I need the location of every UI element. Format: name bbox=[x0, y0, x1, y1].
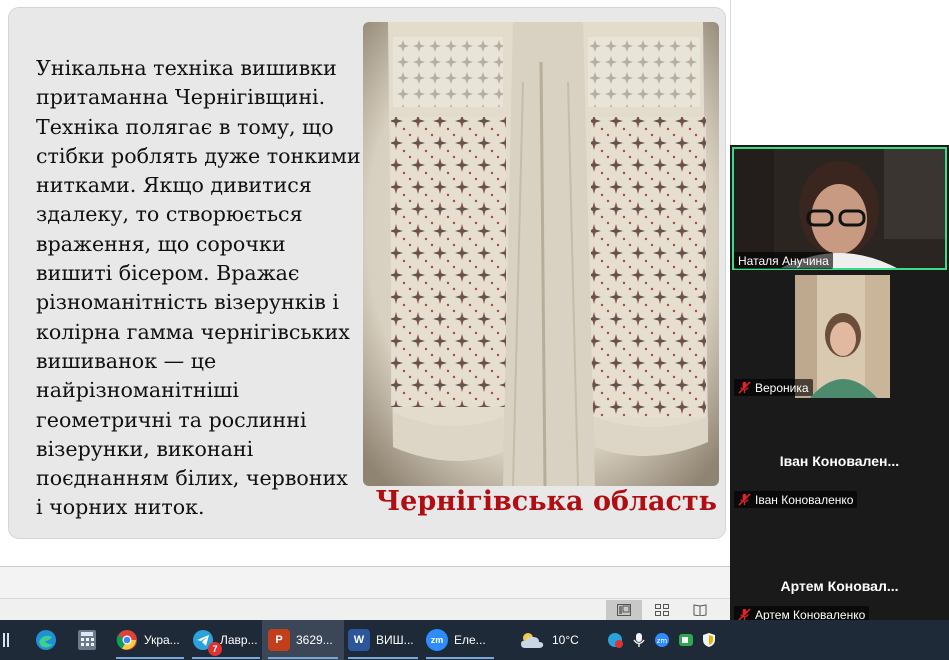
taskbar-calculator[interactable] bbox=[72, 620, 102, 660]
taskbar-weather[interactable]: 10°C bbox=[518, 620, 588, 660]
word-icon: W bbox=[348, 629, 370, 651]
slide-caption[interactable]: Чернігівська область bbox=[376, 486, 718, 517]
editor-right-gutter bbox=[730, 0, 949, 145]
slide-canvas[interactable]: Унікальна техніка вишивки притаманна Чер… bbox=[9, 8, 725, 538]
participant-tile-veronika[interactable]: Вероника bbox=[730, 272, 949, 399]
normal-view-icon[interactable] bbox=[606, 600, 642, 620]
security-tray-icon[interactable] bbox=[700, 631, 718, 649]
taskbar-telegram[interactable]: 7 Лавр... bbox=[186, 620, 266, 660]
status-bar bbox=[0, 598, 730, 621]
taskbar-edge[interactable] bbox=[28, 620, 64, 660]
participant-tile-ivan[interactable]: Іван Коновален... Іван Коноваленко bbox=[730, 399, 949, 508]
reading-view-icon[interactable] bbox=[682, 600, 718, 620]
participant-name: Вероника bbox=[734, 379, 813, 396]
participant-name: Іван Коноваленко bbox=[734, 491, 858, 508]
muted-microphone-icon bbox=[738, 381, 751, 394]
participant-name: Наталя Анучина bbox=[734, 252, 833, 269]
chrome-icon bbox=[116, 630, 137, 650]
slide-editor-area: Унікальна техніка вишивки притаманна Чер… bbox=[0, 0, 730, 566]
participant-display-name: Артем Коновал... bbox=[780, 578, 899, 594]
telegram-unread-badge: 7 bbox=[208, 642, 222, 656]
meet-tray-icon[interactable] bbox=[677, 631, 695, 649]
taskbar-zoom[interactable]: zm Еле... bbox=[420, 620, 500, 660]
windows-taskbar: Укра... 7 Лавр... P 3629... W ВИШ... zm … bbox=[0, 620, 949, 660]
taskbar-word[interactable]: W ВИШ... bbox=[342, 620, 424, 660]
participant-tile-artem[interactable]: Артем Коновал... Артем Коноваленко bbox=[730, 523, 949, 623]
svg-text:zm: zm bbox=[657, 637, 668, 645]
slide-body-text[interactable]: Унікальна техніка вишивки притаманна Чер… bbox=[36, 54, 361, 523]
powerpoint-icon: P bbox=[268, 629, 290, 651]
calculator-icon bbox=[78, 630, 96, 650]
embroidered-shirt-photo[interactable] bbox=[363, 22, 719, 486]
shirt-image bbox=[363, 22, 719, 486]
taskbar-chrome[interactable]: Укра... bbox=[110, 620, 190, 660]
cloud-sun-icon bbox=[521, 633, 544, 648]
edge-icon bbox=[36, 630, 56, 650]
zoom-icon: zm bbox=[426, 629, 448, 651]
telegram-tray-icon[interactable] bbox=[606, 631, 624, 649]
participant-tile-natalia[interactable]: Наталя Анучина bbox=[730, 145, 949, 272]
notes-pane[interactable] bbox=[0, 566, 730, 599]
zoom-participants-panel[interactable]: Наталя Анучина Вероника Іван Коновален..… bbox=[730, 145, 949, 623]
slide-sorter-icon[interactable] bbox=[644, 600, 680, 620]
microphone-icon[interactable] bbox=[630, 631, 648, 649]
zoom-tray-icon[interactable]: zm bbox=[653, 631, 671, 649]
participant-display-name: Іван Коновален... bbox=[779, 453, 900, 469]
muted-microphone-icon bbox=[738, 493, 751, 506]
taskbar-powerpoint[interactable]: P 3629... bbox=[262, 620, 344, 660]
task-view-icon[interactable] bbox=[0, 620, 12, 660]
